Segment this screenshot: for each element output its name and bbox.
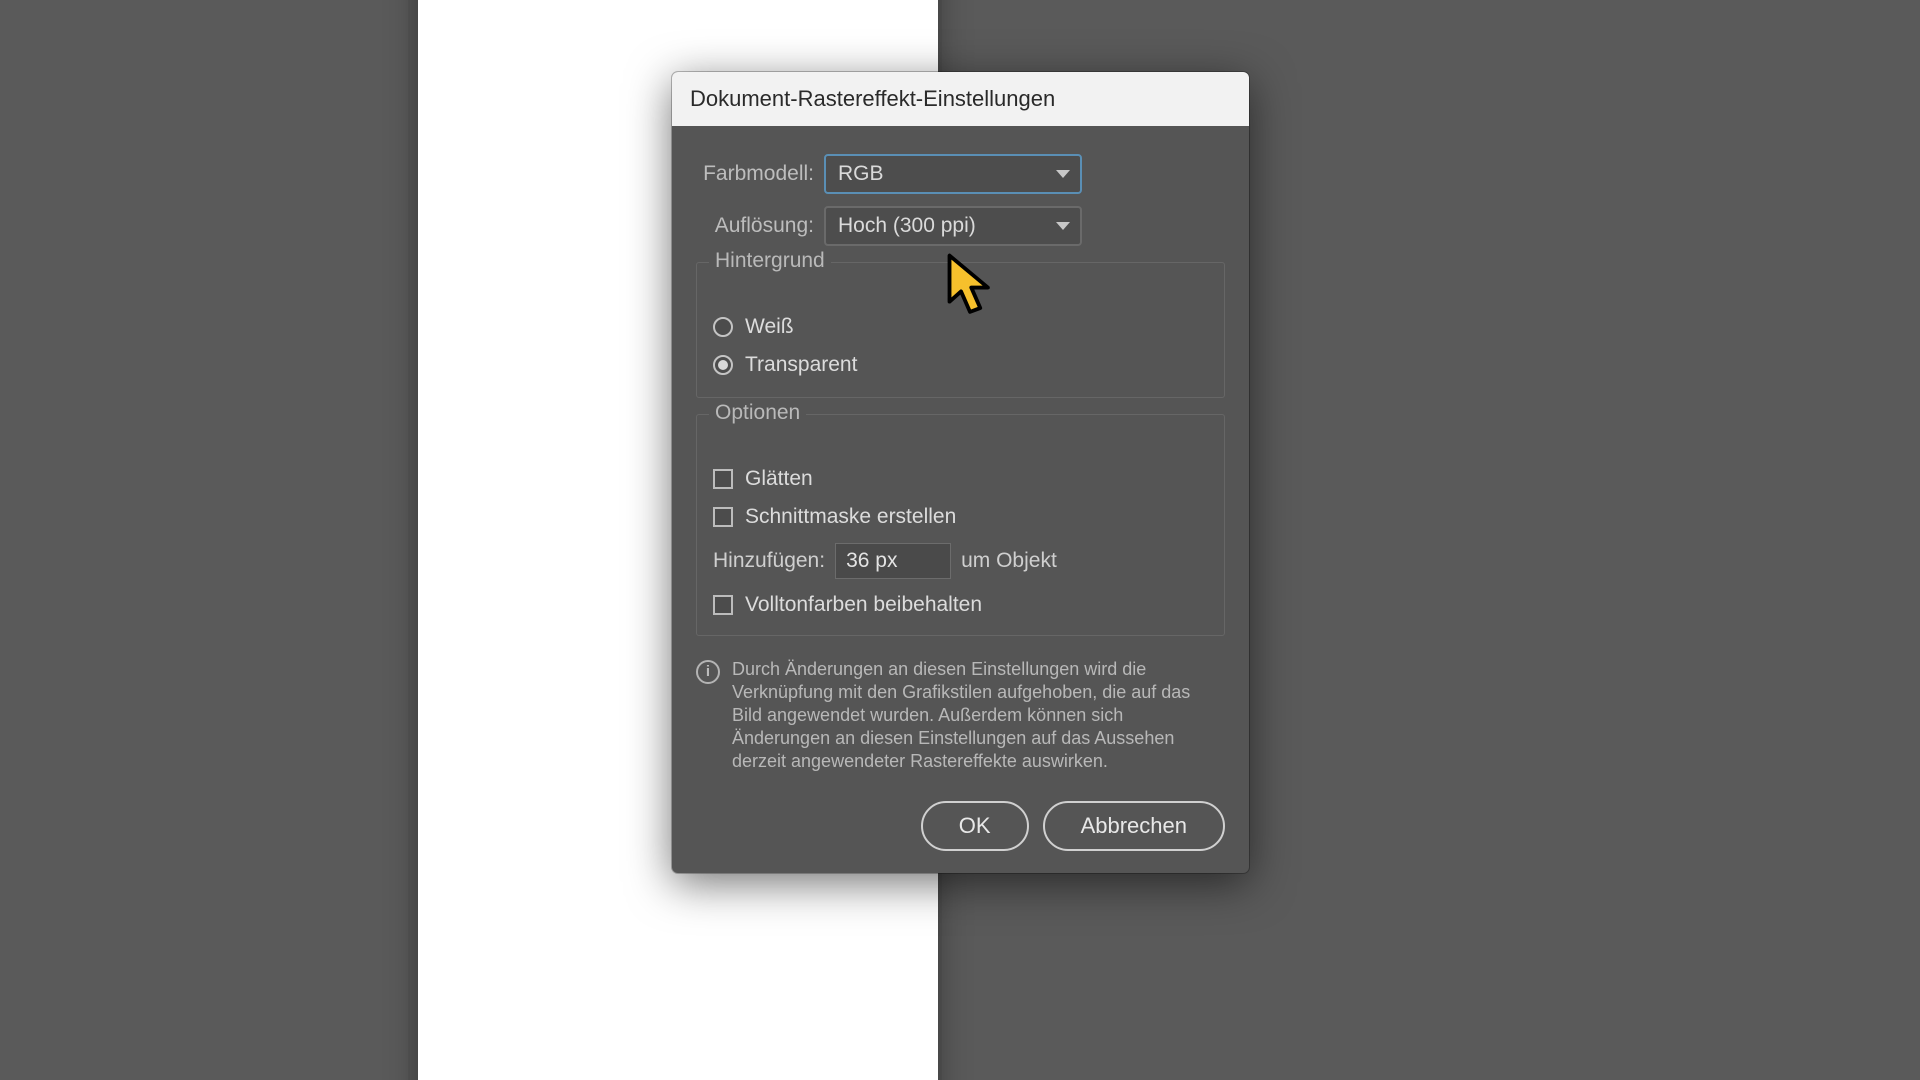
chevron-down-icon	[1056, 170, 1070, 178]
cancel-button[interactable]: Abbrechen	[1043, 801, 1225, 851]
checkbox-antialias-label: Glätten	[745, 467, 813, 491]
checkbox-clipmask-label: Schnittmaske erstellen	[745, 505, 956, 529]
resolution-select[interactable]: Hoch (300 ppi)	[824, 206, 1082, 246]
radio-transparent-label: Transparent	[745, 353, 857, 377]
info-icon: i	[696, 660, 720, 684]
background-group: Hintergrund Weiß Transparent	[696, 262, 1225, 398]
checkbox-antialias[interactable]	[713, 469, 733, 489]
radio-white-label: Weiß	[745, 315, 794, 339]
chevron-down-icon	[1056, 222, 1070, 230]
checkbox-spotcolors-label: Volltonfarben beibehalten	[745, 593, 982, 617]
dialog-title: Dokument-Rastereffekt-Einstellungen	[672, 72, 1249, 126]
resolution-label: Auflösung:	[696, 214, 814, 238]
checkbox-clipmask[interactable]	[713, 507, 733, 527]
raster-effect-settings-dialog: Dokument-Rastereffekt-Einstellungen Farb…	[672, 72, 1249, 873]
options-group: Optionen Glätten Schnittmaske erstellen …	[696, 414, 1225, 636]
add-around-label: Hinzufügen:	[713, 549, 825, 573]
ok-button[interactable]: OK	[921, 801, 1029, 851]
resolution-value: Hoch (300 ppi)	[838, 214, 976, 238]
info-note: i Durch Änderungen an diesen Einstellung…	[696, 658, 1225, 773]
color-model-value: RGB	[838, 162, 884, 186]
radio-white[interactable]	[713, 317, 733, 337]
color-model-label: Farbmodell:	[696, 162, 814, 186]
background-group-title: Hintergrund	[709, 249, 831, 273]
radio-transparent[interactable]	[713, 355, 733, 375]
dialog-body: Farbmodell: RGB Auflösung: Hoch (300 ppi…	[672, 126, 1249, 873]
add-around-suffix: um Objekt	[961, 549, 1057, 573]
options-group-title: Optionen	[709, 401, 806, 425]
info-text: Durch Änderungen an diesen Einstellungen…	[732, 658, 1225, 773]
checkbox-spotcolors[interactable]	[713, 595, 733, 615]
color-model-select[interactable]: RGB	[824, 154, 1082, 194]
add-around-input[interactable]	[835, 543, 951, 579]
